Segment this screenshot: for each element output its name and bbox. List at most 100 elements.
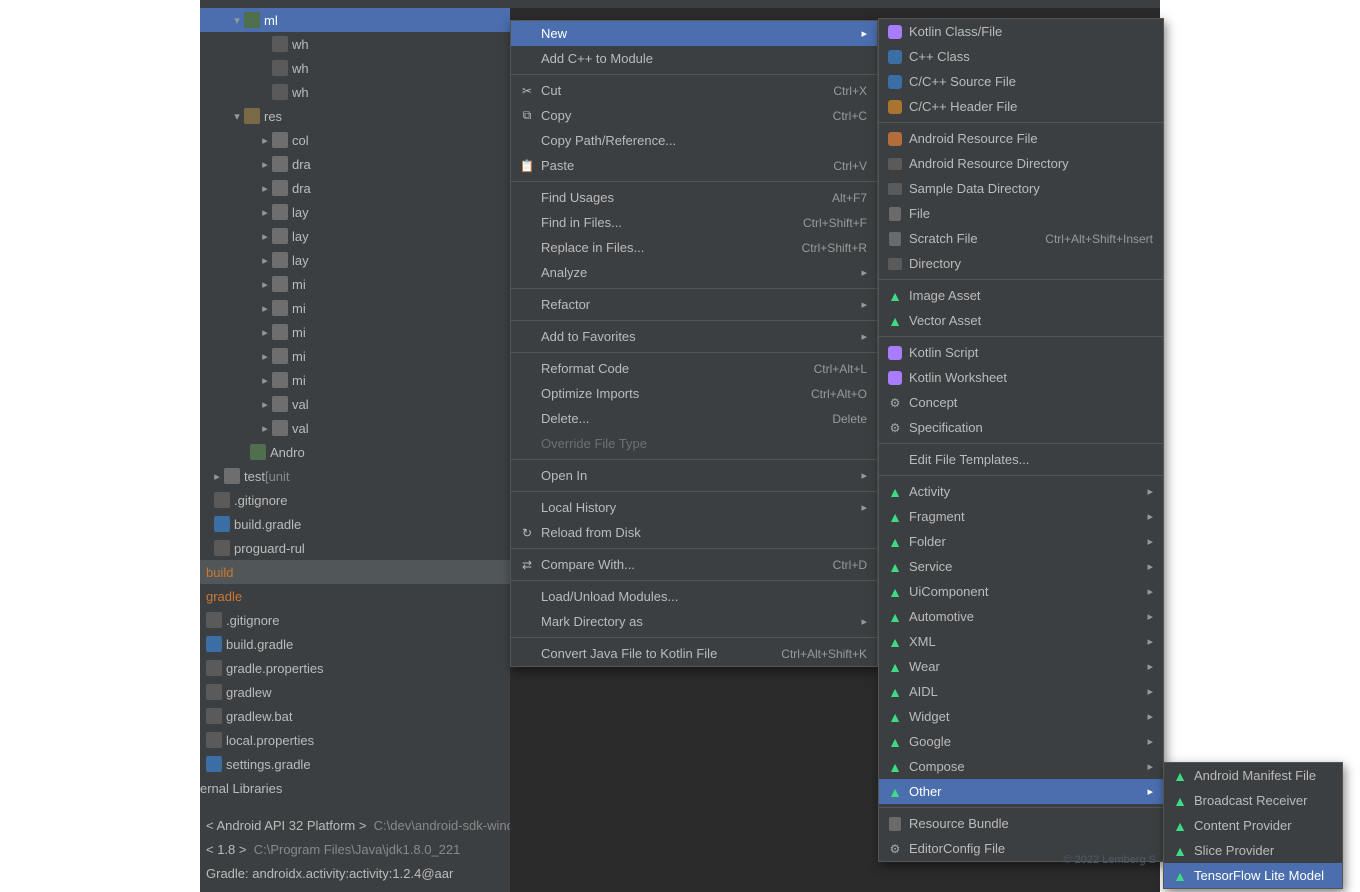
other-submenu[interactable]: ▲Android Manifest File▲Broadcast Receive… bbox=[1163, 762, 1343, 889]
tree-item[interactable]: .gitignore bbox=[200, 488, 510, 512]
tree-item[interactable]: gradlew.bat bbox=[200, 704, 510, 728]
status-lines: < Android API 32 Platform > C:\dev\andro… bbox=[206, 814, 510, 886]
tree-subfolder[interactable]: ▸col bbox=[200, 128, 510, 152]
context-menu-item[interactable]: Add to Favorites▸ bbox=[511, 324, 877, 349]
new-menu-item[interactable]: ▲Folder▸ bbox=[879, 529, 1163, 554]
tree-folder-build[interactable]: build bbox=[200, 560, 510, 584]
new-menu-item[interactable]: ▲Google▸ bbox=[879, 729, 1163, 754]
context-menu-item[interactable]: Optimize ImportsCtrl+Alt+O bbox=[511, 381, 877, 406]
shortcut-label: Ctrl+V bbox=[833, 159, 867, 173]
new-menu-item[interactable]: Resource Bundle bbox=[879, 811, 1163, 836]
context-menu-item[interactable]: 📋PasteCtrl+V bbox=[511, 153, 877, 178]
tree-item[interactable]: gradlew bbox=[200, 680, 510, 704]
tree-folder-gradle[interactable]: gradle bbox=[200, 584, 510, 608]
new-menu-item[interactable]: ▲Activity▸ bbox=[879, 479, 1163, 504]
new-menu-item[interactable]: Kotlin Class/File bbox=[879, 19, 1163, 44]
tree-subfolder[interactable]: ▸lay bbox=[200, 248, 510, 272]
watermark: © 2022 Lemberg S bbox=[1064, 854, 1157, 866]
other-menu-item[interactable]: ▲Slice Provider bbox=[1164, 838, 1342, 863]
tree-item[interactable]: proguard-rul bbox=[200, 536, 510, 560]
tree-folder-test[interactable]: ▸ test [unit bbox=[200, 464, 510, 488]
tree-item[interactable]: local.properties bbox=[200, 728, 510, 752]
context-menu-item[interactable]: Analyze▸ bbox=[511, 260, 877, 285]
tree-subfolder[interactable]: ▸mi bbox=[200, 320, 510, 344]
context-menu-item[interactable]: New▸ bbox=[511, 21, 877, 46]
new-menu-item[interactable]: ▲UiComponent▸ bbox=[879, 579, 1163, 604]
context-menu-item[interactable]: Add C++ to Module bbox=[511, 46, 877, 71]
context-menu-item[interactable]: Find in Files...Ctrl+Shift+F bbox=[511, 210, 877, 235]
new-menu-item[interactable]: File bbox=[879, 201, 1163, 226]
tree-subfolder[interactable]: ▸mi bbox=[200, 296, 510, 320]
tree-subfolder[interactable]: ▸dra bbox=[200, 152, 510, 176]
new-submenu[interactable]: Kotlin Class/FileC++ ClassC/C++ Source F… bbox=[878, 18, 1164, 862]
tree-item[interactable]: .gitignore bbox=[200, 608, 510, 632]
new-menu-item[interactable]: ▲XML▸ bbox=[879, 629, 1163, 654]
tree-folder-ml[interactable]: ▾ ml bbox=[200, 8, 510, 32]
tree-ext-lib[interactable]: ernal Libraries bbox=[200, 776, 510, 800]
tree-subfolder[interactable]: ▸dra bbox=[200, 176, 510, 200]
context-menu-item[interactable]: Reformat CodeCtrl+Alt+L bbox=[511, 356, 877, 381]
context-menu-item[interactable]: Load/Unload Modules... bbox=[511, 584, 877, 609]
new-menu-item[interactable]: ▲Service▸ bbox=[879, 554, 1163, 579]
new-menu-item[interactable]: Android Resource File bbox=[879, 126, 1163, 151]
tree-subfolder[interactable]: ▸lay bbox=[200, 224, 510, 248]
tree-item[interactable]: wh bbox=[200, 56, 510, 80]
context-menu-item[interactable]: Replace in Files...Ctrl+Shift+R bbox=[511, 235, 877, 260]
new-menu-item[interactable]: ▲Other▸ bbox=[879, 779, 1163, 804]
new-menu-item[interactable]: Kotlin Worksheet bbox=[879, 365, 1163, 390]
new-menu-item[interactable]: Android Resource Directory bbox=[879, 151, 1163, 176]
menu-label: New bbox=[541, 26, 855, 41]
new-menu-item[interactable]: ▲Widget▸ bbox=[879, 704, 1163, 729]
new-menu-item[interactable]: Kotlin Script bbox=[879, 340, 1163, 365]
context-menu-item[interactable]: Convert Java File to Kotlin FileCtrl+Alt… bbox=[511, 641, 877, 666]
new-menu-item[interactable]: ▲Fragment▸ bbox=[879, 504, 1163, 529]
tree-subfolder[interactable]: ▸lay bbox=[200, 200, 510, 224]
new-menu-item[interactable]: Scratch FileCtrl+Alt+Shift+Insert bbox=[879, 226, 1163, 251]
tree-item[interactable]: wh bbox=[200, 80, 510, 104]
tree-item-android[interactable]: Andro bbox=[200, 440, 510, 464]
context-menu-item[interactable]: ⧉CopyCtrl+C bbox=[511, 103, 877, 128]
context-menu-item[interactable]: ⇄Compare With...Ctrl+D bbox=[511, 552, 877, 577]
tree-subfolder[interactable]: ▸val bbox=[200, 416, 510, 440]
tree-folder-res[interactable]: ▾ res bbox=[200, 104, 510, 128]
other-menu-item[interactable]: ▲Content Provider bbox=[1164, 813, 1342, 838]
new-menu-item[interactable]: ▲Wear▸ bbox=[879, 654, 1163, 679]
new-menu-item[interactable]: ▲Image Asset bbox=[879, 283, 1163, 308]
tree-item[interactable]: wh bbox=[200, 32, 510, 56]
new-menu-item[interactable]: C++ Class bbox=[879, 44, 1163, 69]
new-menu-item[interactable]: ▲Vector Asset bbox=[879, 308, 1163, 333]
context-menu-item[interactable]: Refactor▸ bbox=[511, 292, 877, 317]
new-menu-item[interactable]: C/C++ Header File bbox=[879, 94, 1163, 119]
context-menu-item[interactable]: ↻Reload from Disk bbox=[511, 520, 877, 545]
tree-item[interactable]: settings.gradle bbox=[200, 752, 510, 776]
context-menu-item[interactable]: ✂CutCtrl+X bbox=[511, 78, 877, 103]
tree-item[interactable]: build.gradle bbox=[200, 632, 510, 656]
new-menu-item[interactable]: ▲AIDL▸ bbox=[879, 679, 1163, 704]
tree-subfolder[interactable]: ▸mi bbox=[200, 272, 510, 296]
tree-subfolder[interactable]: ▸val bbox=[200, 392, 510, 416]
new-menu-item[interactable]: Sample Data Directory bbox=[879, 176, 1163, 201]
new-menu-item[interactable]: Edit File Templates... bbox=[879, 447, 1163, 472]
new-menu-item[interactable]: Directory bbox=[879, 251, 1163, 276]
context-menu-item[interactable]: Copy Path/Reference... bbox=[511, 128, 877, 153]
new-menu-item[interactable]: ⚙Concept bbox=[879, 390, 1163, 415]
new-menu-item[interactable]: ▲Compose▸ bbox=[879, 754, 1163, 779]
other-menu-item[interactable]: ▲Android Manifest File bbox=[1164, 763, 1342, 788]
tree-subfolder[interactable]: ▸mi bbox=[200, 344, 510, 368]
other-menu-item[interactable]: ▲TensorFlow Lite Model bbox=[1164, 863, 1342, 888]
project-tree[interactable]: ▾ ml wh wh wh ▾ res ▸col▸dra▸dra▸lay▸lay… bbox=[200, 0, 510, 892]
context-menu-item[interactable]: Open In▸ bbox=[511, 463, 877, 488]
chevron-right-icon: ▸ bbox=[1141, 710, 1153, 723]
context-menu-item[interactable]: Mark Directory as▸ bbox=[511, 609, 877, 634]
new-menu-item[interactable]: ▲Automotive▸ bbox=[879, 604, 1163, 629]
new-menu-item[interactable]: C/C++ Source File bbox=[879, 69, 1163, 94]
new-menu-item[interactable]: ⚙Specification bbox=[879, 415, 1163, 440]
other-menu-item[interactable]: ▲Broadcast Receiver bbox=[1164, 788, 1342, 813]
context-menu-item[interactable]: Local History▸ bbox=[511, 495, 877, 520]
context-menu-item[interactable]: Find UsagesAlt+F7 bbox=[511, 185, 877, 210]
tree-item[interactable]: gradle.properties bbox=[200, 656, 510, 680]
context-menu-item[interactable]: Delete...Delete bbox=[511, 406, 877, 431]
tree-item[interactable]: build.gradle bbox=[200, 512, 510, 536]
context-menu[interactable]: New▸Add C++ to Module ✂CutCtrl+X⧉CopyCtrl… bbox=[510, 20, 878, 667]
tree-subfolder[interactable]: ▸mi bbox=[200, 368, 510, 392]
